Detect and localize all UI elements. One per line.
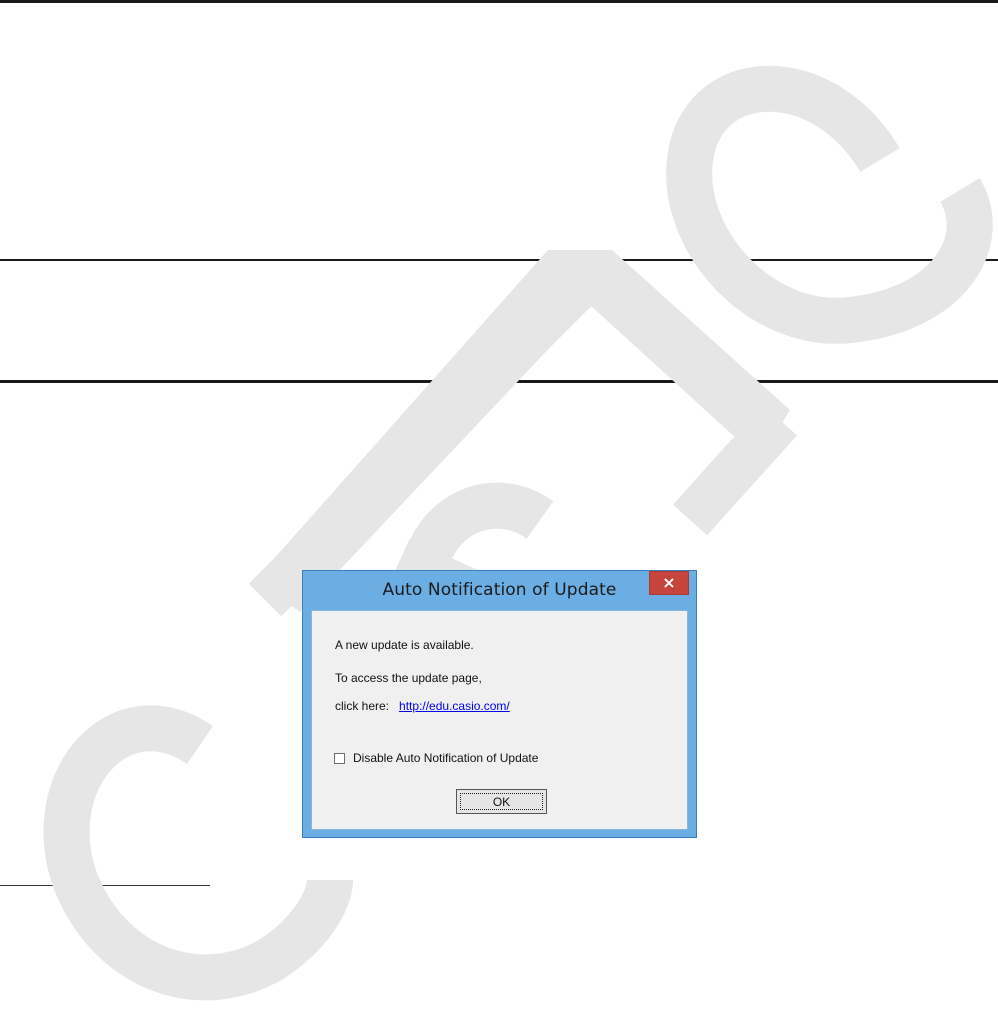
top-rule — [0, 0, 998, 3]
disable-notification-checkbox[interactable] — [334, 752, 345, 764]
click-here-label: click here: — [335, 699, 390, 713]
section-rule-lower — [0, 380, 998, 383]
update-available-text: A new update is available. — [335, 638, 474, 652]
footnote-rule — [0, 885, 210, 886]
document-page: Auto Notification of Update × A new upda… — [0, 0, 998, 1012]
close-icon: × — [662, 573, 676, 592]
dialog-body: A new update is available. To access the… — [311, 610, 688, 830]
update-notification-dialog: Auto Notification of Update × A new upda… — [302, 570, 697, 838]
ok-button[interactable]: OK — [456, 789, 547, 814]
update-page-link[interactable]: http://edu.casio.com/ — [399, 699, 510, 713]
close-button[interactable]: × — [649, 571, 689, 595]
dialog-title: Auto Notification of Update — [382, 580, 617, 600]
ok-button-label: OK — [460, 793, 543, 810]
click-here-row: click here: http://edu.casio.com/ — [335, 699, 510, 713]
section-rule-upper — [0, 259, 998, 261]
casio-watermark — [43, 65, 993, 1001]
dialog-titlebar[interactable]: Auto Notification of Update × — [303, 571, 696, 609]
access-instructions-text: To access the update page, — [335, 671, 482, 685]
disable-notification-label: Disable Auto Notification of Update — [353, 751, 539, 765]
disable-notification-option[interactable]: Disable Auto Notification of Update — [334, 751, 538, 765]
